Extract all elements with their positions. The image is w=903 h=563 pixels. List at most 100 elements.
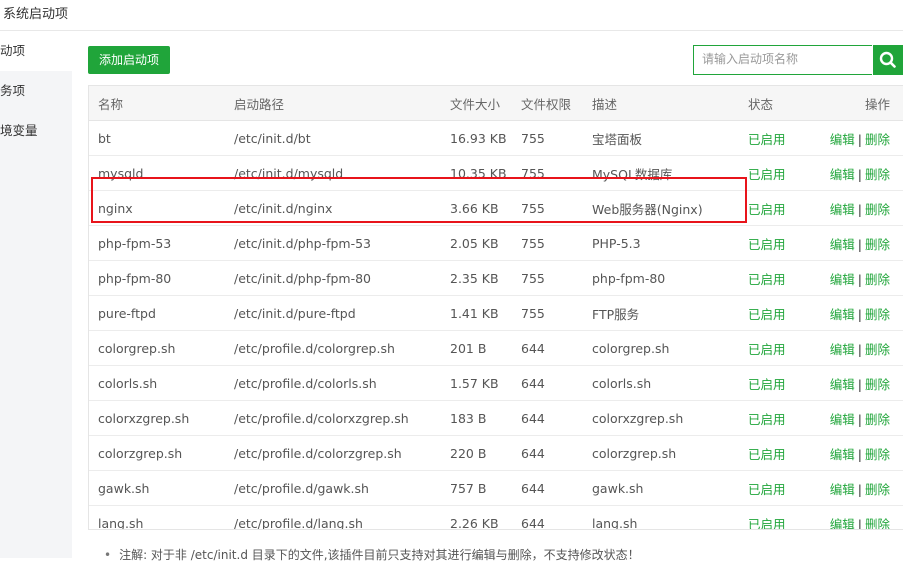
edit-link[interactable]: 编辑 — [830, 237, 855, 252]
cell-status[interactable]: 已启用 — [748, 330, 821, 366]
footnote: 注解: 对于非 /etc/init.d 目录下的文件,该插件目前只支持对其进行编… — [104, 546, 640, 563]
edit-link[interactable]: 编辑 — [830, 482, 855, 497]
cell-size: 183 B — [450, 400, 521, 436]
edit-link[interactable]: 编辑 — [830, 342, 855, 357]
cell-actions: 编辑 | 删除 — [821, 155, 903, 191]
cell-status[interactable]: 已启用 — [748, 365, 821, 401]
sidebar-item-env-vars[interactable]: 境变量 — [0, 111, 72, 151]
cell-status[interactable]: 已启用 — [748, 470, 821, 506]
cell-name: colorgrep.sh — [89, 330, 234, 366]
cell-name: colorxzgrep.sh — [89, 400, 234, 436]
cell-path: /etc/profile.d/colorzgrep.sh — [234, 435, 450, 471]
delete-link[interactable]: 删除 — [865, 447, 890, 462]
cell-status[interactable]: 已启用 — [748, 121, 821, 156]
edit-link[interactable]: 编辑 — [830, 167, 855, 182]
cell-path: /etc/profile.d/colorls.sh — [234, 365, 450, 401]
cell-name: gawk.sh — [89, 470, 234, 506]
cell-size: 1.41 KB — [450, 295, 521, 331]
cell-actions: 编辑 | 删除 — [821, 121, 903, 156]
cell-status[interactable]: 已启用 — [748, 225, 821, 261]
cell-size: 220 B — [450, 435, 521, 471]
cell-status[interactable]: 已启用 — [748, 190, 821, 226]
cell-description: 宝塔面板 — [592, 131, 643, 147]
delete-link[interactable]: 删除 — [865, 412, 890, 427]
cell-status[interactable]: 已启用 — [748, 400, 821, 436]
edit-link[interactable]: 编辑 — [830, 132, 855, 147]
column-header-status[interactable]: 状态 — [748, 86, 821, 121]
cell-status[interactable]: 已启用 — [748, 435, 821, 471]
cell-status[interactable]: 已启用 — [748, 260, 821, 296]
column-header-description[interactable]: 描述 — [592, 86, 748, 121]
cell-description: MySQL数据库 — [592, 155, 748, 191]
delete-link[interactable]: 删除 — [865, 342, 890, 357]
cell-description: colorxzgrep.sh — [592, 400, 748, 436]
edit-link[interactable]: 编辑 — [830, 412, 855, 427]
cell-permission: 644 — [521, 435, 592, 471]
sidebar-item-services[interactable]: 务项 — [0, 71, 72, 111]
cell-path: /etc/profile.d/colorgrep.sh — [234, 330, 450, 366]
delete-link[interactable]: 删除 — [865, 307, 890, 322]
cell-status[interactable]: 已启用 — [748, 155, 821, 191]
table-row: bt/etc/init.d/bt 16.93 KB 755 宝塔面板 已启用 编辑 | 删除 — [89, 121, 903, 156]
sidebar-item-startup[interactable]: 动项 — [0, 31, 72, 71]
table-row: colorgrep.sh/etc/profile.d/colorgrep.sh 2… — [89, 330, 903, 366]
cell-description: PHP-5.3 — [592, 225, 748, 261]
cell-size: 201 B — [450, 330, 521, 366]
action-separator: | — [857, 481, 862, 497]
cell-description: colorzgrep.sh — [592, 435, 748, 471]
column-header-path[interactable]: 启动路径 — [234, 86, 450, 121]
startup-table: 名称 启动路径 文件大小 文件权限 描述 状态 操作 bt/etc/init.d… — [88, 85, 903, 530]
action-separator: | — [857, 271, 862, 287]
action-separator: | — [857, 376, 862, 392]
table-row: gawk.sh/etc/profile.d/gawk.sh 757 B 644 gaw… — [89, 470, 903, 506]
add-startup-button[interactable]: 添加启动项 — [88, 46, 170, 74]
delete-link[interactable]: 删除 — [865, 237, 890, 252]
search-box — [693, 45, 872, 75]
cell-name: colorls.sh — [89, 365, 234, 401]
title-bar: 系统启动项 — [0, 0, 903, 31]
edit-link[interactable]: 编辑 — [830, 202, 855, 217]
cell-actions: 编辑 | 删除 — [821, 365, 903, 401]
search-button[interactable] — [873, 45, 903, 75]
cell-permission: 755 — [521, 130, 545, 146]
edit-link[interactable]: 编辑 — [830, 447, 855, 462]
cell-name: nginx — [89, 190, 234, 226]
cell-status[interactable]: 已启用 — [748, 505, 821, 529]
table-row: nginx/etc/init.d/nginx 3.66 KB 755 Web服务器(N… — [89, 190, 903, 226]
cell-permission: 755 — [521, 190, 592, 226]
cell-actions: 编辑 | 删除 — [821, 470, 903, 506]
edit-link[interactable]: 编辑 — [830, 377, 855, 392]
action-separator: | — [857, 516, 862, 530]
column-header-size[interactable]: 文件大小 — [450, 86, 521, 121]
cell-size: 2.26 KB — [450, 505, 521, 529]
cell-name: bt — [98, 130, 111, 146]
delete-link[interactable]: 删除 — [865, 272, 890, 287]
edit-link[interactable]: 编辑 — [830, 272, 855, 287]
delete-link[interactable]: 删除 — [865, 377, 890, 392]
search-input[interactable] — [694, 46, 872, 72]
edit-link[interactable]: 编辑 — [830, 307, 855, 322]
cell-name: php-fpm-53 — [89, 225, 234, 261]
cell-status[interactable]: 已启用 — [748, 295, 821, 331]
cell-actions: 编辑 | 删除 — [821, 190, 903, 226]
delete-link[interactable]: 删除 — [865, 482, 890, 497]
cell-actions: 编辑 | 删除 — [821, 225, 903, 261]
delete-link[interactable]: 删除 — [865, 202, 890, 217]
cell-description: colorls.sh — [592, 365, 748, 401]
action-separator: | — [857, 411, 862, 427]
cell-name: lang.sh — [89, 505, 234, 529]
cell-permission: 644 — [521, 400, 592, 436]
delete-link[interactable]: 删除 — [865, 517, 890, 530]
cell-actions: 编辑 | 删除 — [821, 295, 903, 331]
edit-link[interactable]: 编辑 — [830, 517, 855, 530]
cell-permission: 755 — [521, 155, 592, 191]
delete-link[interactable]: 删除 — [865, 167, 890, 182]
cell-description: colorgrep.sh — [592, 330, 748, 366]
column-header-name[interactable]: 名称 — [89, 86, 234, 121]
cell-permission: 644 — [521, 365, 592, 401]
delete-link[interactable]: 删除 — [865, 132, 890, 147]
cell-actions: 编辑 | 删除 — [821, 505, 903, 530]
column-header-permission[interactable]: 文件权限 — [521, 86, 592, 121]
cell-size: 16.93 KB — [450, 130, 507, 146]
cell-permission: 755 — [521, 295, 592, 331]
